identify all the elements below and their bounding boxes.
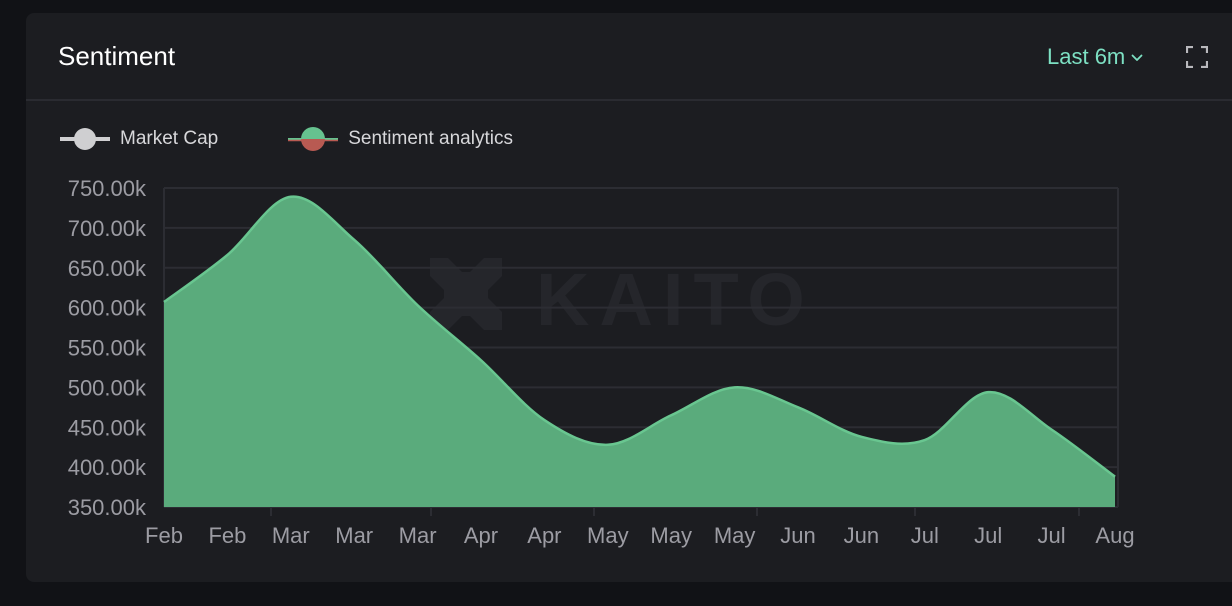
x-tick-label: Feb xyxy=(208,523,246,548)
x-tick-label: Feb xyxy=(145,523,183,548)
x-tick-label: Apr xyxy=(527,523,561,548)
x-tick-label: May xyxy=(587,523,629,548)
sentiment-chart: KAITO 750.00k 700.00k 650.00k 600.00k 550.00… xyxy=(68,176,1135,548)
watermark-text: KAITO xyxy=(536,258,815,341)
x-tick-label: Mar xyxy=(272,523,310,548)
x-tick-label: Jul xyxy=(911,523,939,548)
y-tick-label: 500.00k xyxy=(68,375,147,400)
x-tick-label: Jul xyxy=(974,523,1002,548)
y-tick-label: 400.00k xyxy=(68,455,147,480)
y-tick-label: 700.00k xyxy=(68,216,147,241)
area-layer xyxy=(163,195,1116,507)
x-tick-label: Mar xyxy=(335,523,373,548)
kaito-watermark: KAITO xyxy=(430,258,815,341)
x-axis: Feb Feb Mar Mar Mar Apr Apr May May May Jun Jun Jul J… xyxy=(145,507,1135,548)
x-tick-label: Aug xyxy=(1095,523,1134,548)
x-tick-label: Mar xyxy=(399,523,437,548)
y-tick-label: 450.00k xyxy=(68,415,147,440)
y-tick-label: 750.00k xyxy=(68,176,147,201)
x-tick-label: Jun xyxy=(780,523,815,548)
x-tick-label: May xyxy=(714,523,756,548)
y-tick-label: 550.00k xyxy=(68,336,147,361)
x-tick-label: Jun xyxy=(844,523,879,548)
y-tick-label: 600.00k xyxy=(68,296,147,321)
x-tick-label: Jul xyxy=(1038,523,1066,548)
y-tick-label: 650.00k xyxy=(68,256,147,281)
series-area-sentiment xyxy=(164,196,1115,507)
x-tick-label: May xyxy=(650,523,692,548)
y-tick-label: 350.00k xyxy=(68,495,147,520)
x-tick-label: Apr xyxy=(464,523,498,548)
y-axis: 750.00k 700.00k 650.00k 600.00k 550.00k 500.0… xyxy=(68,176,147,520)
